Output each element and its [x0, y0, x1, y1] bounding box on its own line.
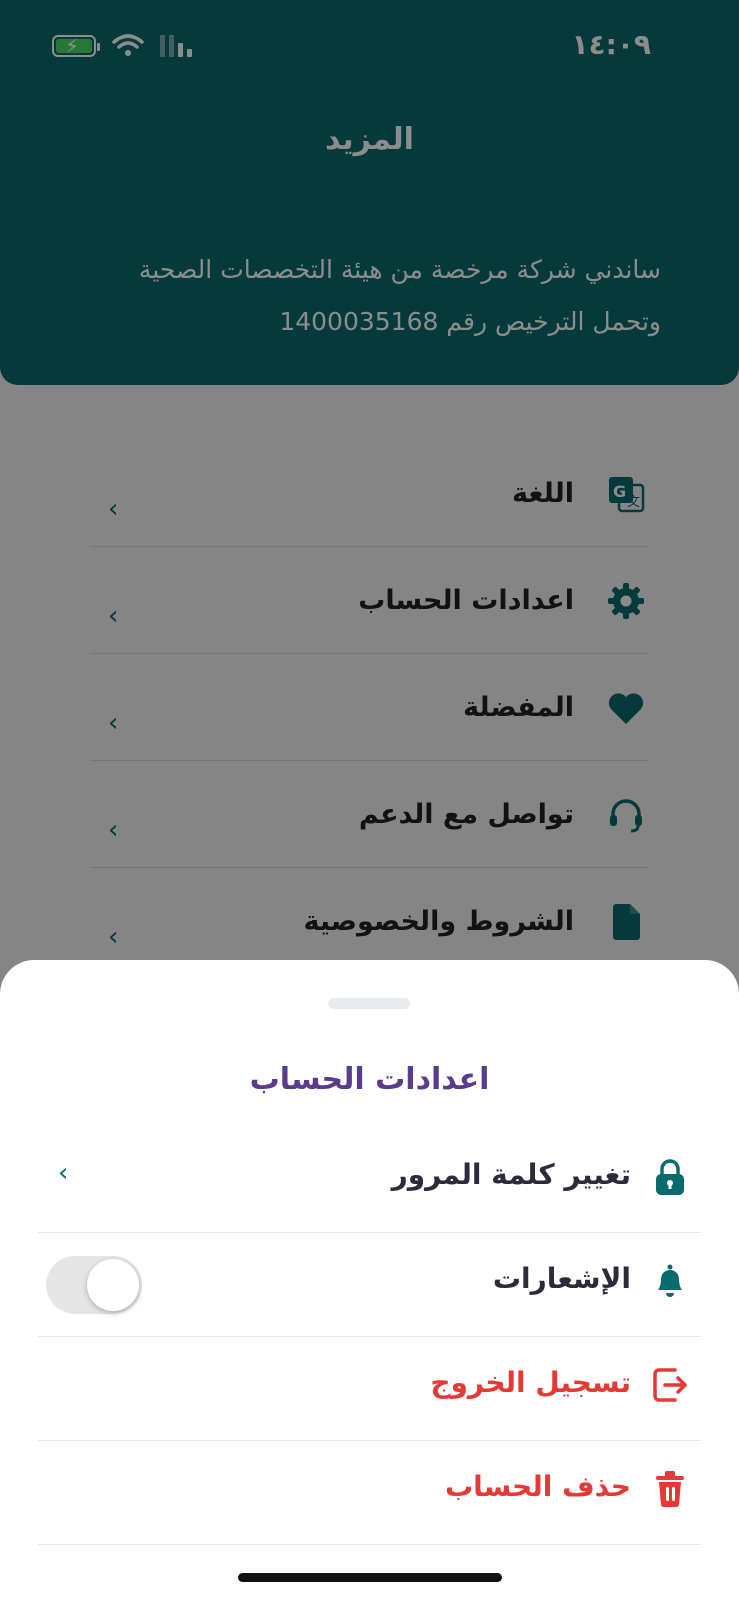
change-password-row[interactable]: تغيير كلمة المرور ‹: [38, 1128, 701, 1233]
change-password-label: تغيير كلمة المرور: [391, 1158, 631, 1191]
home-indicator[interactable]: [238, 1573, 502, 1582]
logout-label: تسجيل الخروج: [430, 1366, 631, 1399]
notifications-toggle[interactable]: [46, 1256, 142, 1314]
notifications-row: الإشعارات: [38, 1232, 701, 1337]
toggle-knob: [87, 1259, 139, 1311]
delete-account-label: حذف الحساب: [444, 1470, 631, 1503]
account-settings-sheet: اعدادات الحساب تغيير كلمة المرور ‹ الإشع…: [0, 960, 739, 1600]
notifications-label: الإشعارات: [492, 1262, 631, 1295]
bell-icon: [649, 1260, 691, 1302]
delete-account-row[interactable]: حذف الحساب: [38, 1440, 701, 1545]
sheet-grabber[interactable]: [328, 998, 410, 1009]
chevron-left-icon: ‹: [58, 1158, 69, 1188]
trash-icon: [649, 1468, 691, 1510]
sheet-title: اعدادات الحساب: [249, 1062, 490, 1097]
logout-row[interactable]: تسجيل الخروج: [38, 1336, 701, 1441]
logout-icon: [649, 1364, 691, 1406]
lock-icon: [649, 1156, 691, 1198]
